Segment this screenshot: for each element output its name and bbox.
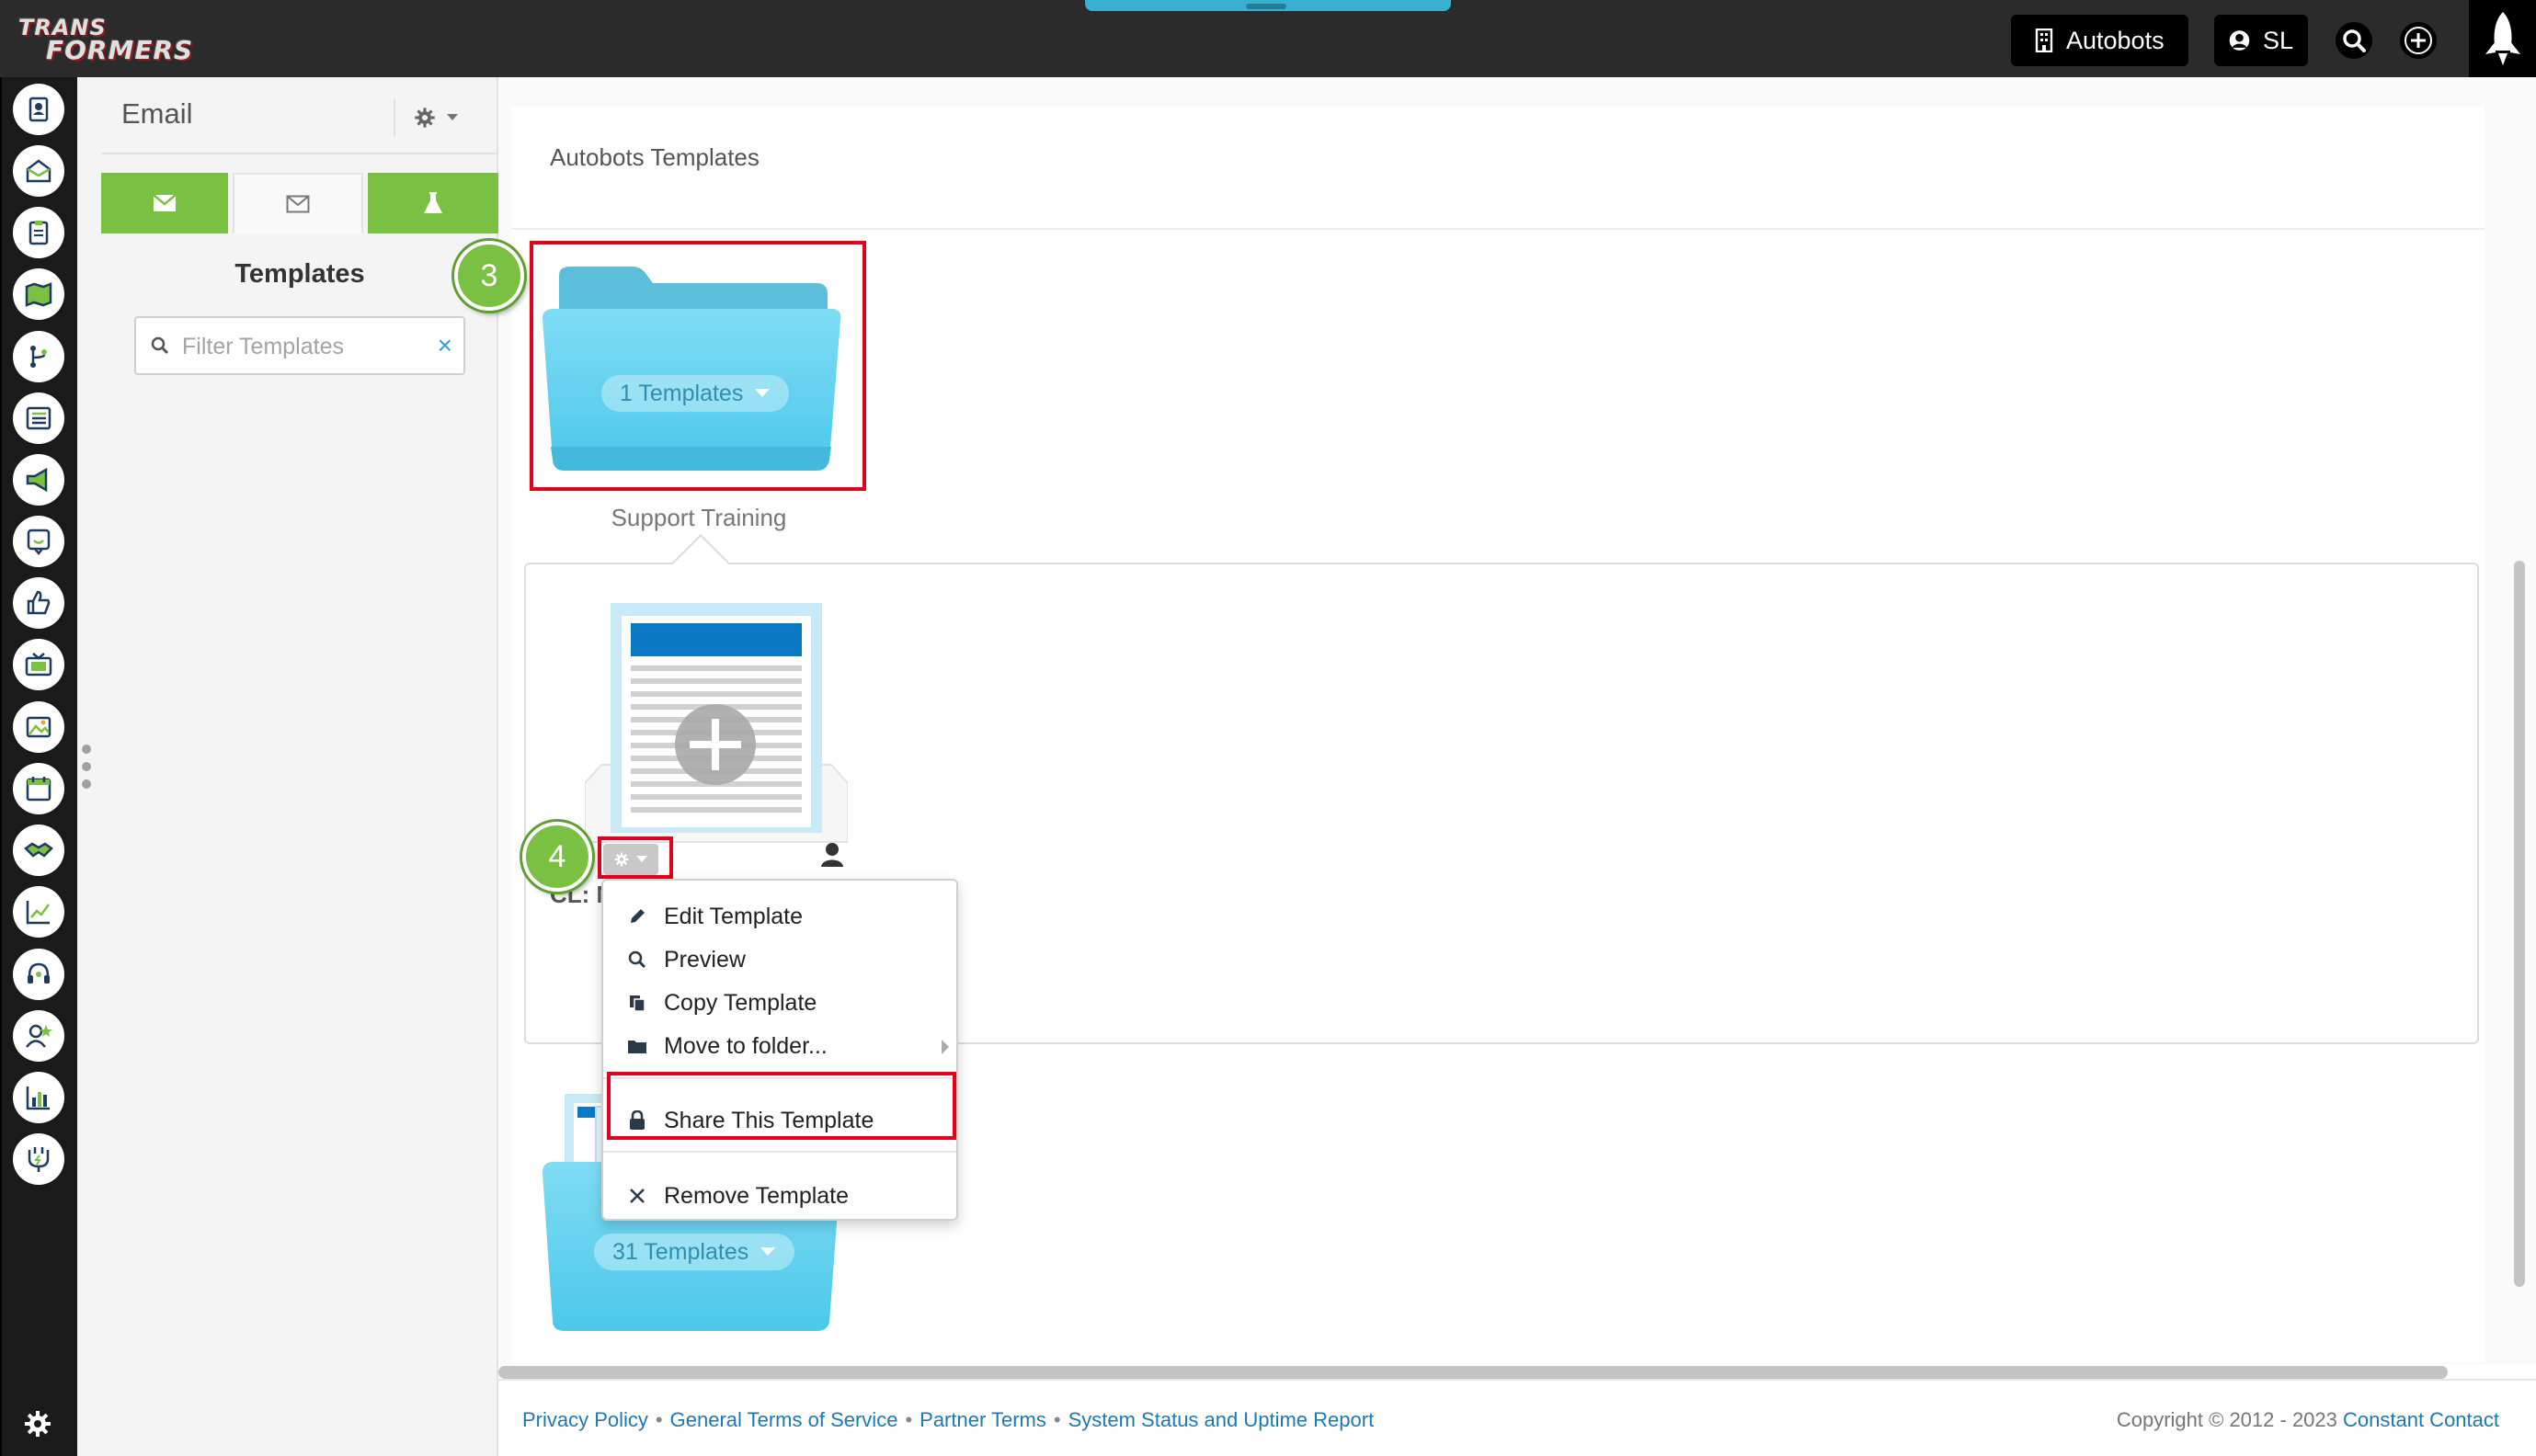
horizontal-scrollbar[interactable] [498,1366,2448,1379]
envelope-icon [153,194,177,211]
thumbs-up-icon[interactable] [13,577,64,629]
growth-chart-icon[interactable] [13,886,64,938]
menu-item-label: Copy Template [664,989,817,1016]
breadcrumb-panel: Autobots Templates [511,107,2485,230]
filter-templates-input[interactable] [182,329,430,364]
bar-chart-icon[interactable] [13,1072,64,1123]
search-icon [151,336,169,355]
plug-icon[interactable] [13,1133,64,1185]
breadcrumb: Autobots Templates [550,143,760,171]
menu-item-label: Preview [664,946,746,973]
menu-item-label: Move to folder... [664,1032,828,1059]
tab-templates[interactable] [233,173,363,233]
user-menu-button[interactable]: SL [2214,15,2308,66]
filter-templates-field[interactable]: × [134,316,465,375]
user-initials: SL [2262,26,2293,54]
close-icon [627,1186,647,1206]
feedback-icon[interactable] [13,516,64,567]
sidebar-resize-handle[interactable] [82,745,93,791]
folder-template-count[interactable]: 31 Templates [594,1234,795,1270]
add-icon[interactable] [2400,22,2437,59]
step-badge-4: 4 [522,822,592,892]
clear-filter-icon[interactable]: × [438,331,452,360]
chevron-down-icon [447,114,458,120]
template-context-menu: Edit Template Preview Copy Template Move… [601,879,958,1221]
rocket-icon [2485,12,2520,65]
privacy-policy-link[interactable]: Privacy Policy [522,1408,648,1432]
templates-heading: Templates [234,259,365,289]
menu-item-move-to-folder[interactable]: Move to folder... [603,1025,956,1067]
sidebar-settings-button[interactable] [394,99,476,136]
settings-gear-icon[interactable] [22,1408,53,1439]
caret-down-icon [760,1247,776,1256]
footer-links: Privacy Policy • General Terms of Servic… [522,1408,1374,1432]
footer-separator: • [655,1408,663,1431]
constant-contact-link[interactable]: Constant Contact [2343,1408,2499,1431]
footer-separator: • [905,1408,913,1431]
footer: Privacy Policy • General Terms of Servic… [498,1379,2536,1456]
clipboard-icon[interactable] [13,207,64,258]
template-card[interactable] [584,599,849,875]
highlight-share-template [607,1072,956,1140]
gallery-icon[interactable] [13,701,64,753]
email-sidebar: Email Templates × [101,77,498,1456]
submenu-arrow-icon [942,1040,949,1054]
step-badge-3: 3 [454,241,524,311]
map-icon[interactable] [13,268,64,320]
top-bar: TRANS FORMERS Autobots SL [0,0,2536,77]
system-status-link[interactable]: System Status and Uptime Report [1068,1408,1375,1432]
user-star-icon[interactable] [13,1010,64,1062]
tab-emails[interactable] [101,173,228,233]
drawer-handle-icon [1246,4,1286,9]
workflow-icon[interactable] [13,331,64,382]
vertical-scrollbar[interactable] [2514,561,2525,1287]
tv-icon[interactable] [13,639,64,690]
partner-terms-link[interactable]: Partner Terms [920,1408,1046,1432]
menu-divider [603,1151,956,1153]
copyright: Copyright © 2012 - 2023 Constant Contact [2117,1408,2499,1432]
inbox-icon[interactable] [13,145,64,197]
envelope-outline-icon [286,195,310,213]
footer-separator: • [1053,1408,1061,1431]
tab-tests[interactable] [368,173,498,233]
user-avatar-icon [2229,30,2250,51]
logo-line-2: FORMERS [46,35,194,65]
menu-item-preview[interactable]: Preview [603,938,956,981]
sidebar-header: Email [101,77,498,154]
headset-icon[interactable] [13,949,64,1000]
template-thumbnail [584,603,849,843]
flask-icon [424,192,442,213]
launch-button[interactable] [2469,0,2536,77]
folder-icon [627,1036,647,1056]
highlight-actions-button [598,836,673,879]
menu-item-label: Remove Template [664,1182,850,1209]
contacts-icon[interactable] [13,84,64,135]
building-icon [2035,28,2053,52]
gear-icon [415,108,435,128]
calendar-icon[interactable] [13,763,64,814]
folder-count-label: 31 Templates [612,1238,749,1265]
menu-item-remove-template[interactable]: Remove Template [603,1175,956,1217]
copy-icon [627,993,647,1013]
menu-item-copy-template[interactable]: Copy Template [603,982,956,1024]
owner-user-icon [820,842,844,872]
highlight-folder [530,241,866,491]
handshake-icon[interactable] [13,825,64,876]
organization-button[interactable]: Autobots [2011,15,2188,66]
search-icon [627,950,647,970]
copyright-text: Copyright © 2012 - 2023 [2116,1408,2337,1431]
pencil-icon [627,906,647,927]
megaphone-icon[interactable] [13,454,64,506]
terms-of-service-link[interactable]: General Terms of Service [670,1408,898,1432]
sidebar-title: Email [121,97,193,130]
folder-name[interactable]: Support Training [570,504,828,532]
organization-label: Autobots [2066,26,2165,54]
list-icon[interactable] [13,392,64,444]
menu-item-label: Edit Template [664,903,804,929]
search-icon[interactable] [2336,22,2372,59]
menu-item-edit-template[interactable]: Edit Template [603,895,956,938]
brand-logo[interactable]: TRANS FORMERS [18,13,192,65]
